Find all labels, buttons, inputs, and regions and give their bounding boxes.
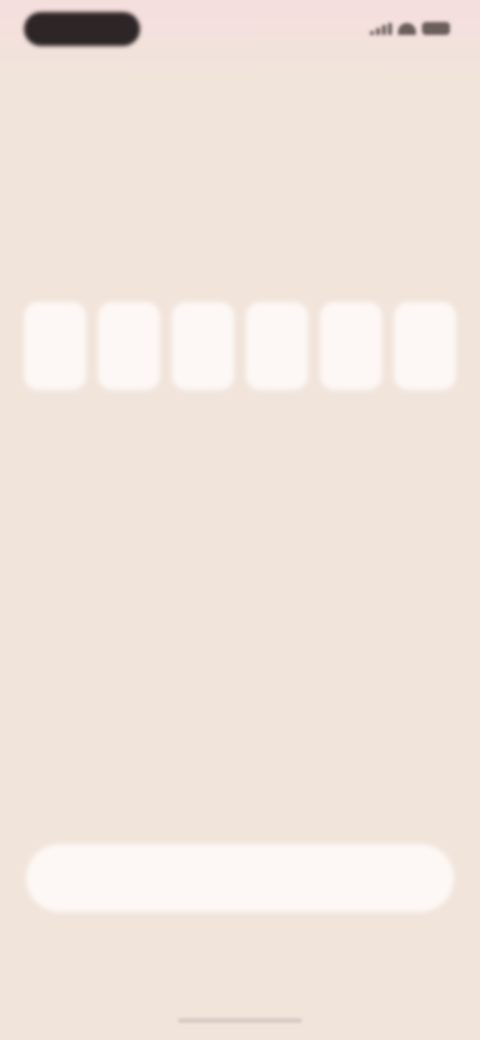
- dynamic-island: [24, 12, 140, 46]
- code-input-row: [24, 302, 456, 390]
- code-digit-1[interactable]: [24, 302, 86, 390]
- wifi-icon: [398, 22, 416, 35]
- signal-icon: [370, 22, 392, 35]
- status-bar: [0, 0, 480, 64]
- code-digit-2[interactable]: [98, 302, 160, 390]
- status-icons: [370, 22, 450, 35]
- home-indicator: [178, 1018, 302, 1023]
- code-digit-3[interactable]: [172, 302, 234, 390]
- battery-icon: [422, 22, 450, 35]
- code-digit-5[interactable]: [320, 302, 382, 390]
- verification-screen: [0, 0, 480, 1040]
- code-digit-4[interactable]: [246, 302, 308, 390]
- code-digit-6[interactable]: [394, 302, 456, 390]
- continue-button[interactable]: [26, 844, 454, 912]
